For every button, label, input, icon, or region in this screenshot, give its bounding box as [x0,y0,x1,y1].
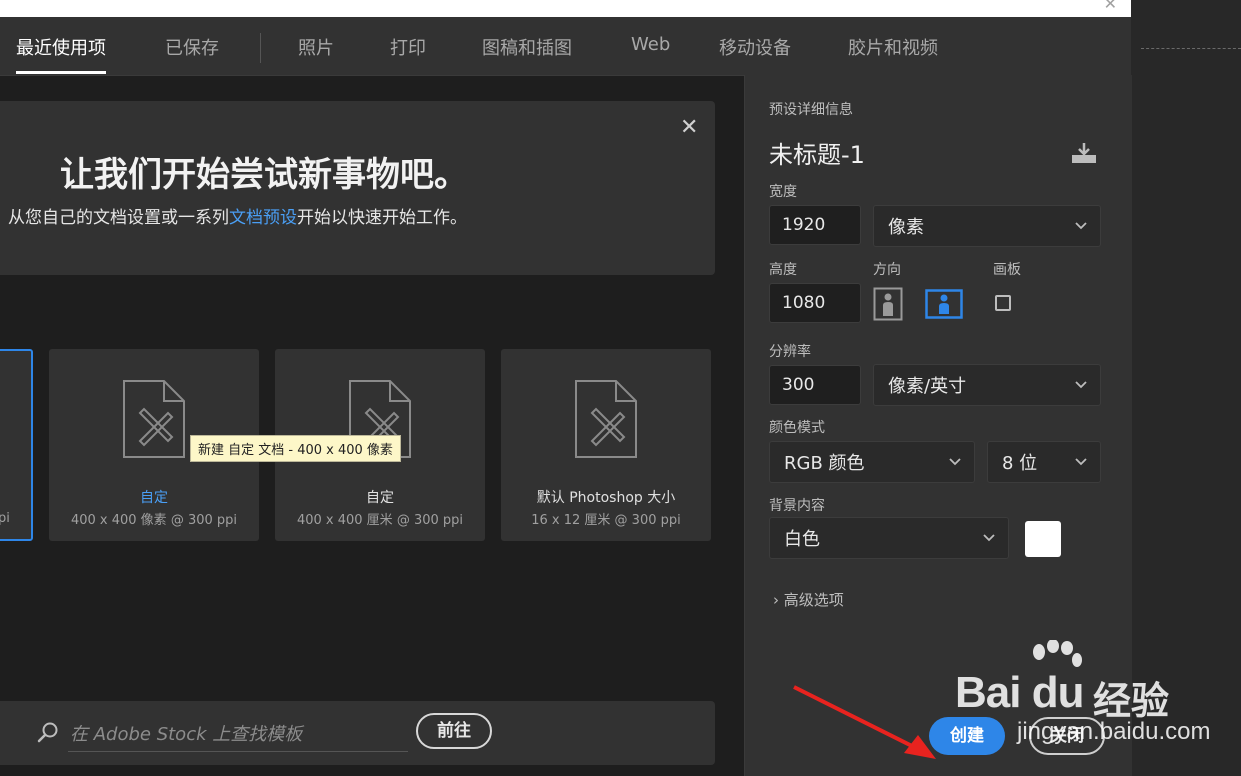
chevron-down-icon [949,458,961,466]
window-title-bar: ✕ [0,0,1131,17]
resolution-label: 分辨率 [769,344,811,360]
watermark-brand: Bai du [955,668,1084,717]
preset-name: 自定 [140,490,168,506]
watermark-url: jingyan.baidu.com [1017,718,1211,745]
chevron-down-icon [983,534,995,542]
preset-dim: 400 x 400 厘米 @ 300 ppi [296,513,464,528]
preset-name: 自定 [366,490,394,506]
background-select[interactable]: 白色 [769,517,1009,559]
preset-name: 默认 Photoshop 大小 [536,490,676,506]
save-preset-icon[interactable] [1069,141,1099,165]
window-close-icon[interactable]: ✕ [1104,0,1117,13]
resolution-input[interactable]: 300 [769,365,861,405]
width-unit-select[interactable]: 像素 [873,205,1101,247]
preset-dim: 400 x 400 像素 @ 300 ppi [70,513,238,528]
height-label: 高度 [769,262,797,278]
preset-dim: pi [0,511,10,526]
height-input[interactable]: 1080 [769,283,861,323]
resolution-unit-value: 像素/英寸 [888,376,967,397]
stock-search-input[interactable] [68,717,408,752]
close-banner-icon[interactable]: ✕ [680,115,698,140]
tab-divider [260,33,261,63]
background-label: 背景内容 [769,498,825,514]
bit-depth-select[interactable]: 8 位 [987,441,1101,483]
stock-search-bar: 前往 [0,701,715,765]
welcome-title: 让我们开始尝试新事物吧。 [60,155,468,195]
details-heading: 预设详细信息 [769,102,853,118]
preset-dim: 16 x 12 厘米 @ 300 ppi [531,513,681,528]
annotation-arrow-icon [793,685,936,759]
tab-print[interactable]: 打印 [390,34,426,60]
color-mode-value: RGB 颜色 [784,453,865,474]
color-mode-select[interactable]: RGB 颜色 [769,441,975,483]
tab-art-illustration[interactable]: 图稿和插图 [482,34,572,60]
welcome-subtitle: 从您自己的文档设置或一系列文档预设开始以快速开始工作。 [8,203,467,228]
preset-category-tabs: 最近使用项 已保存 照片 打印 图稿和插图 Web 移动设备 胶片和视频 [0,17,1131,76]
background-color-swatch[interactable] [1025,521,1061,557]
advanced-options-label: 高级选项 [783,591,844,609]
search-icon [37,722,58,743]
subtitle-text: 从您自己的文档设置或一系列 [8,208,229,228]
tab-recent[interactable]: 最近使用项 [16,34,106,74]
color-mode-label: 颜色模式 [769,420,825,436]
artboard-checkbox[interactable] [995,295,1011,311]
chevron-down-icon [1075,381,1087,389]
tab-web[interactable]: Web [631,34,670,55]
document-icon [575,380,637,458]
tab-mobile[interactable]: 移动设备 [719,34,791,60]
landscape-orientation-icon[interactable] [925,289,963,319]
orientation-label: 方向 [873,262,901,278]
advanced-options-toggle[interactable]: › 高级选项 [773,589,844,610]
artboard-label: 画板 [993,262,1021,278]
chevron-right-icon: › [773,591,779,609]
stock-go-button[interactable]: 前往 [416,713,492,749]
bit-depth-value: 8 位 [1002,453,1038,474]
chevron-down-icon [1075,222,1087,230]
welcome-banner: ✕ 让我们开始尝试新事物吧。 从您自己的文档设置或一系列文档预设开始以快速开始工… [0,101,715,275]
width-label: 宽度 [769,184,797,200]
tab-saved[interactable]: 已保存 [165,34,219,60]
document-name-field[interactable]: 未标题-1 [769,135,1069,170]
preset-tooltip: 新建 自定 文档 - 400 x 400 像素 [190,435,401,462]
portrait-orientation-icon[interactable] [873,287,903,321]
width-input[interactable]: 1920 [769,205,861,245]
canvas-dashed-line [1141,48,1241,49]
document-presets-link[interactable]: 文档预设 [229,208,297,228]
document-icon [123,380,185,458]
chevron-down-icon [1075,458,1087,466]
width-unit-value: 像素 [888,217,924,238]
resolution-unit-select[interactable]: 像素/英寸 [873,364,1101,406]
subtitle-text-end: 开始以快速开始工作。 [297,208,467,228]
tab-photo[interactable]: 照片 [298,34,334,60]
baidu-watermark: Bai du 经验 jingyan.baidu.com [955,640,1225,750]
background-value: 白色 [784,529,820,550]
preset-card[interactable]: 默认 Photoshop 大小 16 x 12 厘米 @ 300 ppi [501,349,711,541]
tab-film-video[interactable]: 胶片和视频 [848,34,938,60]
watermark-cn: 经验 [1093,679,1170,723]
preset-card-selected[interactable]: pi [0,349,33,541]
